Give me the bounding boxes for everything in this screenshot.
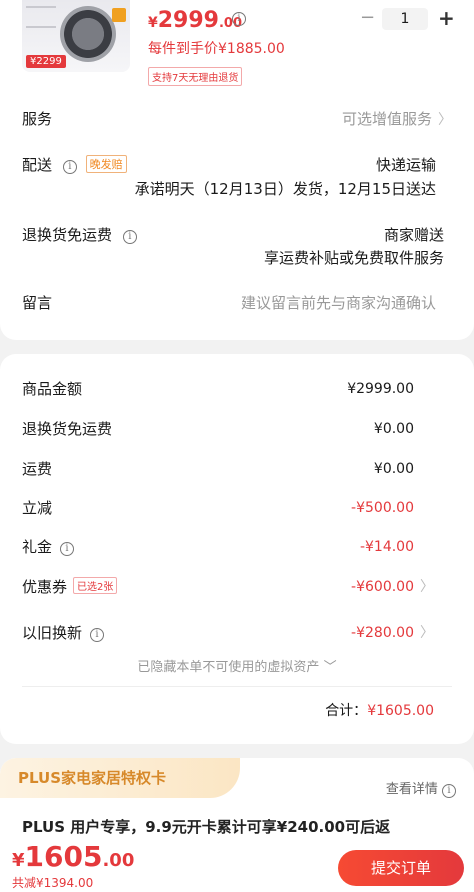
quantity-input[interactable]: 1 <box>382 8 428 30</box>
product-price: ¥2999.00 <box>148 8 243 33</box>
order-card: ¥2299 ¥2999.00 i − 1 + 每件到手价¥1885.00 支持7… <box>0 0 474 340</box>
late-compensation-tag: 晚发赔 <box>85 155 127 173</box>
quantity-plus-button[interactable]: + <box>438 8 455 28</box>
service-value: 可选增值服务 <box>341 110 432 128</box>
divider <box>22 686 452 687</box>
cost-label: 商品金额 <box>22 380 83 398</box>
return-shipping-value: 商家赠送 <box>383 226 444 244</box>
cost-label: 立减 <box>22 499 53 517</box>
cost-value: -¥600.00 <box>351 579 414 595</box>
cost-label: 运费 <box>22 460 53 478</box>
cost-value: -¥500.00 <box>351 500 414 516</box>
thumb-badge <box>112 8 126 22</box>
delivery-value: 快递运输 <box>375 156 436 174</box>
delivery-label: 配送 <box>22 156 53 174</box>
order-total: 合计：¥1605.00 <box>325 700 434 720</box>
chevron-right-icon: 〉 <box>438 112 452 128</box>
cost-label: 以旧换新 <box>22 624 83 642</box>
submit-order-button[interactable]: 提交订单 <box>338 850 464 886</box>
total-label: 合计： <box>325 703 368 719</box>
thumb-price-tag: ¥2299 <box>26 55 66 68</box>
plus-title: PLUS家电家居特权卡 <box>18 769 167 787</box>
plus-detail-link[interactable]: 查看详情 i <box>386 778 456 798</box>
cost-value: ¥2999.00 <box>347 381 414 397</box>
chevron-down-icon: ﹀ <box>323 660 337 675</box>
coupon-count-tag: 已选2张 <box>73 577 118 594</box>
payable-total: ¥1605.00 <box>12 840 135 873</box>
hidden-assets-toggle[interactable]: 已隐藏本单不可使用的虚拟资产 ﹀ <box>0 656 474 675</box>
cost-value: ¥0.00 <box>373 421 414 437</box>
cost-value: -¥280.00 <box>351 625 414 641</box>
message-input[interactable]: 建议留言前先与商家沟通确认 <box>241 292 436 313</box>
washing-machine-image <box>60 6 116 62</box>
thumb-text-lines <box>26 6 56 28</box>
price-info-icon[interactable]: i <box>232 12 246 26</box>
plus-offer-text: PLUS 用户专享，9.9元开卡累计可享¥240.00可后返 <box>22 818 391 836</box>
delivery-info-icon[interactable]: i <box>62 160 77 174</box>
service-label: 服务 <box>22 110 53 128</box>
info-icon[interactable]: i <box>90 628 105 642</box>
quantity-stepper: − 1 + <box>356 8 460 30</box>
plus-info-icon: i <box>442 784 456 798</box>
quantity-minus-button[interactable]: − <box>360 8 375 28</box>
return-info-icon[interactable]: i <box>122 230 137 244</box>
cost-label: 礼金 <box>22 538 53 556</box>
cost-value: -¥14.00 <box>359 539 414 555</box>
cost-label: 优惠券 <box>22 578 68 596</box>
return-shipping-desc: 享运费补贴或免费取件服务 <box>263 249 444 267</box>
chevron-right-icon: 〉 <box>420 625 434 641</box>
total-saved: 共减¥1394.00 <box>12 876 94 890</box>
info-icon[interactable]: i <box>60 542 75 556</box>
total-value: ¥1605.00 <box>367 703 434 719</box>
product-thumbnail[interactable]: ¥2299 <box>22 0 130 72</box>
return-shipping-label: 退换货免运费 <box>22 226 113 244</box>
delivery-promise: 承诺明天（12月13日）发货，12月15日送达 <box>134 180 436 198</box>
return-policy-tag: 支持7天无理由退货 <box>148 67 243 86</box>
chevron-right-icon: 〉 <box>420 579 434 595</box>
cost-label: 退换货免运费 <box>22 420 113 438</box>
cost-value: ¥0.00 <box>373 461 414 477</box>
final-unit-price: 每件到手价¥1885.00 <box>148 41 285 57</box>
message-label: 留言 <box>22 294 53 312</box>
